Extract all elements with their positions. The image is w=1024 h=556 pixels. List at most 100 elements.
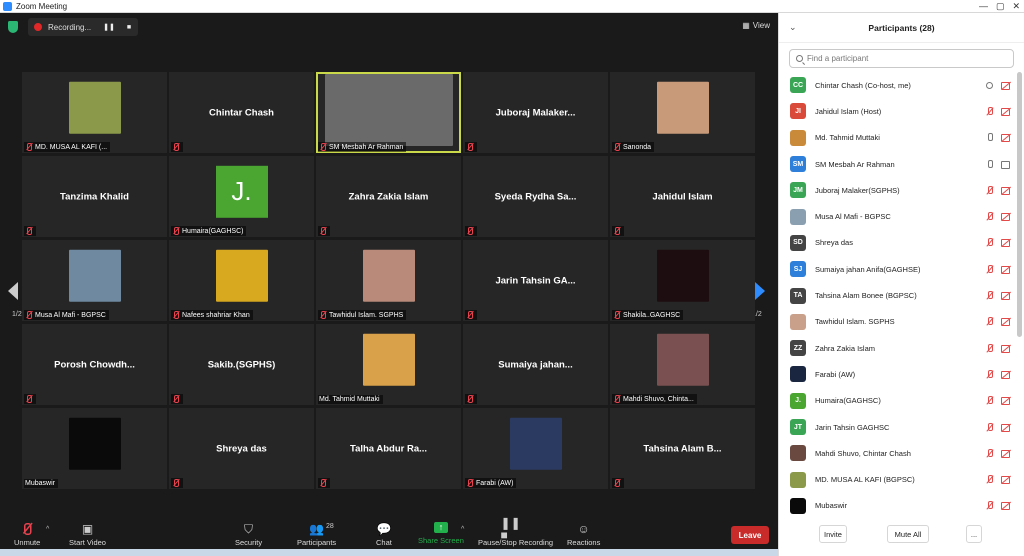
tile-name-label — [612, 226, 624, 236]
pause-recording-icon[interactable]: ❚❚ — [103, 23, 115, 31]
minimize-button[interactable]: — — [979, 0, 988, 12]
participant-row[interactable]: SM SM Mesbah Ar Rahman — [779, 151, 1017, 177]
video-tile[interactable]: Farabi (AW) — [463, 408, 608, 489]
video-tile[interactable]: Jarin Tahsin GA... — [463, 240, 608, 321]
participant-row[interactable]: ZZ Zahra Zakia Islam — [779, 335, 1017, 361]
participants-label: Participants — [297, 538, 337, 547]
participant-row[interactable]: Farabi (AW) — [779, 361, 1017, 387]
participant-row[interactable]: MD. MUSA AL KAFI (BGPSC) — [779, 466, 1017, 492]
video-tile[interactable]: Shreya das — [169, 408, 314, 489]
participant-name: Musa Al Mafi - BGPSC — [815, 212, 891, 222]
leave-button[interactable]: Leave — [731, 526, 769, 544]
start-video-button[interactable]: ▣ Start Video — [69, 522, 106, 548]
unmute-button[interactable]: Unmute — [14, 522, 40, 547]
mic-muted-icon — [985, 448, 994, 458]
video-tile[interactable]: Tawhidul Islam. SGPHS — [316, 240, 461, 321]
tile-name-label — [318, 226, 330, 236]
participant-row[interactable]: JT Jarin Tahsin GAGHSC — [779, 414, 1017, 440]
close-button[interactable]: ✕ — [1012, 0, 1020, 12]
video-tile[interactable]: Mahdi Shuvo, Chinta... — [610, 324, 755, 405]
avatar — [790, 129, 806, 146]
video-tile[interactable]: Sakib.(SGPHS) — [169, 324, 314, 405]
prev-page-arrow[interactable] — [8, 282, 18, 300]
participant-name: Tahsina Alam Bonee (BGPSC) — [815, 291, 917, 301]
video-tile[interactable]: Md. Tahmid Muttaki — [316, 324, 461, 405]
mic-muted-icon — [319, 311, 327, 319]
video-tile[interactable]: SM Mesbah Ar Rahman — [316, 72, 461, 153]
mic-icon — [985, 133, 994, 142]
video-off-icon — [1001, 475, 1012, 485]
stop-recording-icon[interactable]: ■ — [127, 24, 131, 31]
invite-button[interactable]: Invite — [819, 525, 847, 543]
encryption-shield-icon[interactable] — [8, 21, 18, 33]
video-tile[interactable]: J. Humaira(GAGHSC) — [169, 156, 314, 237]
tile-name-text: Shakila..GAGHSC — [623, 311, 681, 319]
video-tile[interactable]: Sanonda — [610, 72, 755, 153]
profile-photo — [362, 333, 415, 386]
video-tile[interactable]: Sumaiya jahan... — [463, 324, 608, 405]
mic-muted-icon — [25, 143, 33, 151]
view-button[interactable]: ▦ View — [742, 21, 770, 30]
video-tile[interactable]: Syeda Rydha Sa... — [463, 156, 608, 237]
participant-row[interactable]: Mahdi Shuvo, Chintar Chash — [779, 440, 1017, 466]
video-tile[interactable]: Talha Abdur Ra... — [316, 408, 461, 489]
video-tile[interactable]: Tanzima Khalid — [22, 156, 167, 237]
participant-row[interactable]: JI Jahidul Islam (Host) — [779, 98, 1017, 124]
mute-all-button[interactable]: Mute All — [887, 525, 929, 543]
avatar-letter: J. — [215, 165, 268, 218]
reactions-button[interactable]: ☺ Reactions — [567, 522, 600, 548]
video-tile[interactable]: Nafees shahriar Khan — [169, 240, 314, 321]
participant-list-scrollbar[interactable] — [1017, 72, 1022, 337]
chat-button[interactable]: 💬 Chat — [376, 522, 392, 548]
recording-status-icon — [985, 81, 994, 90]
security-button[interactable]: ⛉ Security — [235, 522, 262, 548]
mic-muted-icon — [613, 395, 621, 403]
video-tile[interactable]: Shakila..GAGHSC — [610, 240, 755, 321]
window-title: Zoom Meeting — [16, 1, 68, 11]
participants-count: 28 — [326, 523, 334, 530]
more-options-button[interactable]: ... — [966, 525, 982, 543]
participant-name: SM Mesbah Ar Rahman — [815, 159, 895, 169]
video-tile[interactable]: Chintar Chash — [169, 72, 314, 153]
participant-row[interactable]: SJ Sumaiya jahan Anifa(GAGHSE) — [779, 256, 1017, 282]
participant-row[interactable]: Musa Al Mafi - BGPSC — [779, 203, 1017, 229]
participants-panel: ⌄ Participants (28) CC Chintar Chash (Co-… — [778, 13, 1024, 556]
participant-row[interactable]: TA Tahsina Alam Bonee (BGPSC) — [779, 282, 1017, 308]
tile-name-label: Humaira(GAGHSC) — [171, 226, 247, 236]
video-feed — [324, 74, 453, 146]
participant-row[interactable]: SD Shreya das — [779, 230, 1017, 256]
video-tile[interactable]: Juboraj Malaker... — [463, 72, 608, 153]
participant-row[interactable]: JM Juboraj Malaker(SGPHS) — [779, 177, 1017, 203]
grid-icon: ▦ — [742, 21, 750, 30]
pause-stop-recording-button[interactable]: ❚❚ ■ Pause/Stop Recording — [478, 517, 553, 548]
video-tile[interactable]: Jahidul Islam — [610, 156, 755, 237]
tile-name-text: Tawhidul Islam. SGPHS — [329, 311, 404, 319]
participant-row[interactable]: Tawhidul Islam. SGPHS — [779, 309, 1017, 335]
video-tile[interactable]: Mubaswir — [22, 408, 167, 489]
participant-row[interactable]: J. Humaira(GAGHSC) — [779, 388, 1017, 414]
mic-muted-icon — [319, 227, 327, 235]
participant-row[interactable]: Mubaswir — [779, 493, 1017, 519]
maximize-button[interactable]: ▢ — [996, 0, 1005, 12]
video-tile[interactable]: Zahra Zakia Islam — [316, 156, 461, 237]
mic-muted-icon — [20, 522, 34, 535]
next-page-arrow[interactable] — [755, 282, 765, 300]
video-tile[interactable]: Tahsina Alam B... — [610, 408, 755, 489]
tile-name-label — [465, 142, 477, 152]
audio-options-caret[interactable]: ^ — [46, 526, 49, 533]
tile-name-label: Farabi (AW) — [465, 478, 517, 488]
participant-name: Jarin Tahsin GAGHSC — [815, 422, 890, 432]
participant-search[interactable] — [789, 49, 1014, 68]
share-screen-button[interactable]: ↑ Share Screen — [418, 522, 464, 545]
participant-row[interactable]: CC Chintar Chash (Co-host, me) — [779, 72, 1017, 98]
participant-list: CC Chintar Chash (Co-host, me) JI Jahidul I… — [779, 72, 1017, 519]
share-options-caret[interactable]: ^ — [461, 526, 464, 533]
collapse-chevron-icon[interactable]: ⌄ — [789, 22, 797, 33]
tile-name-text: MD. MUSA AL KAFI (... — [35, 143, 108, 151]
participant-display-name: Syeda Rydha Sa... — [494, 191, 577, 202]
participant-row[interactable]: Md. Tahmid Muttaki — [779, 125, 1017, 151]
video-tile[interactable]: Musa Al Mafi - BGPSC — [22, 240, 167, 321]
search-input[interactable] — [807, 54, 997, 63]
video-tile[interactable]: MD. MUSA AL KAFI (... — [22, 72, 167, 153]
video-tile[interactable]: Porosh Chowdh... — [22, 324, 167, 405]
